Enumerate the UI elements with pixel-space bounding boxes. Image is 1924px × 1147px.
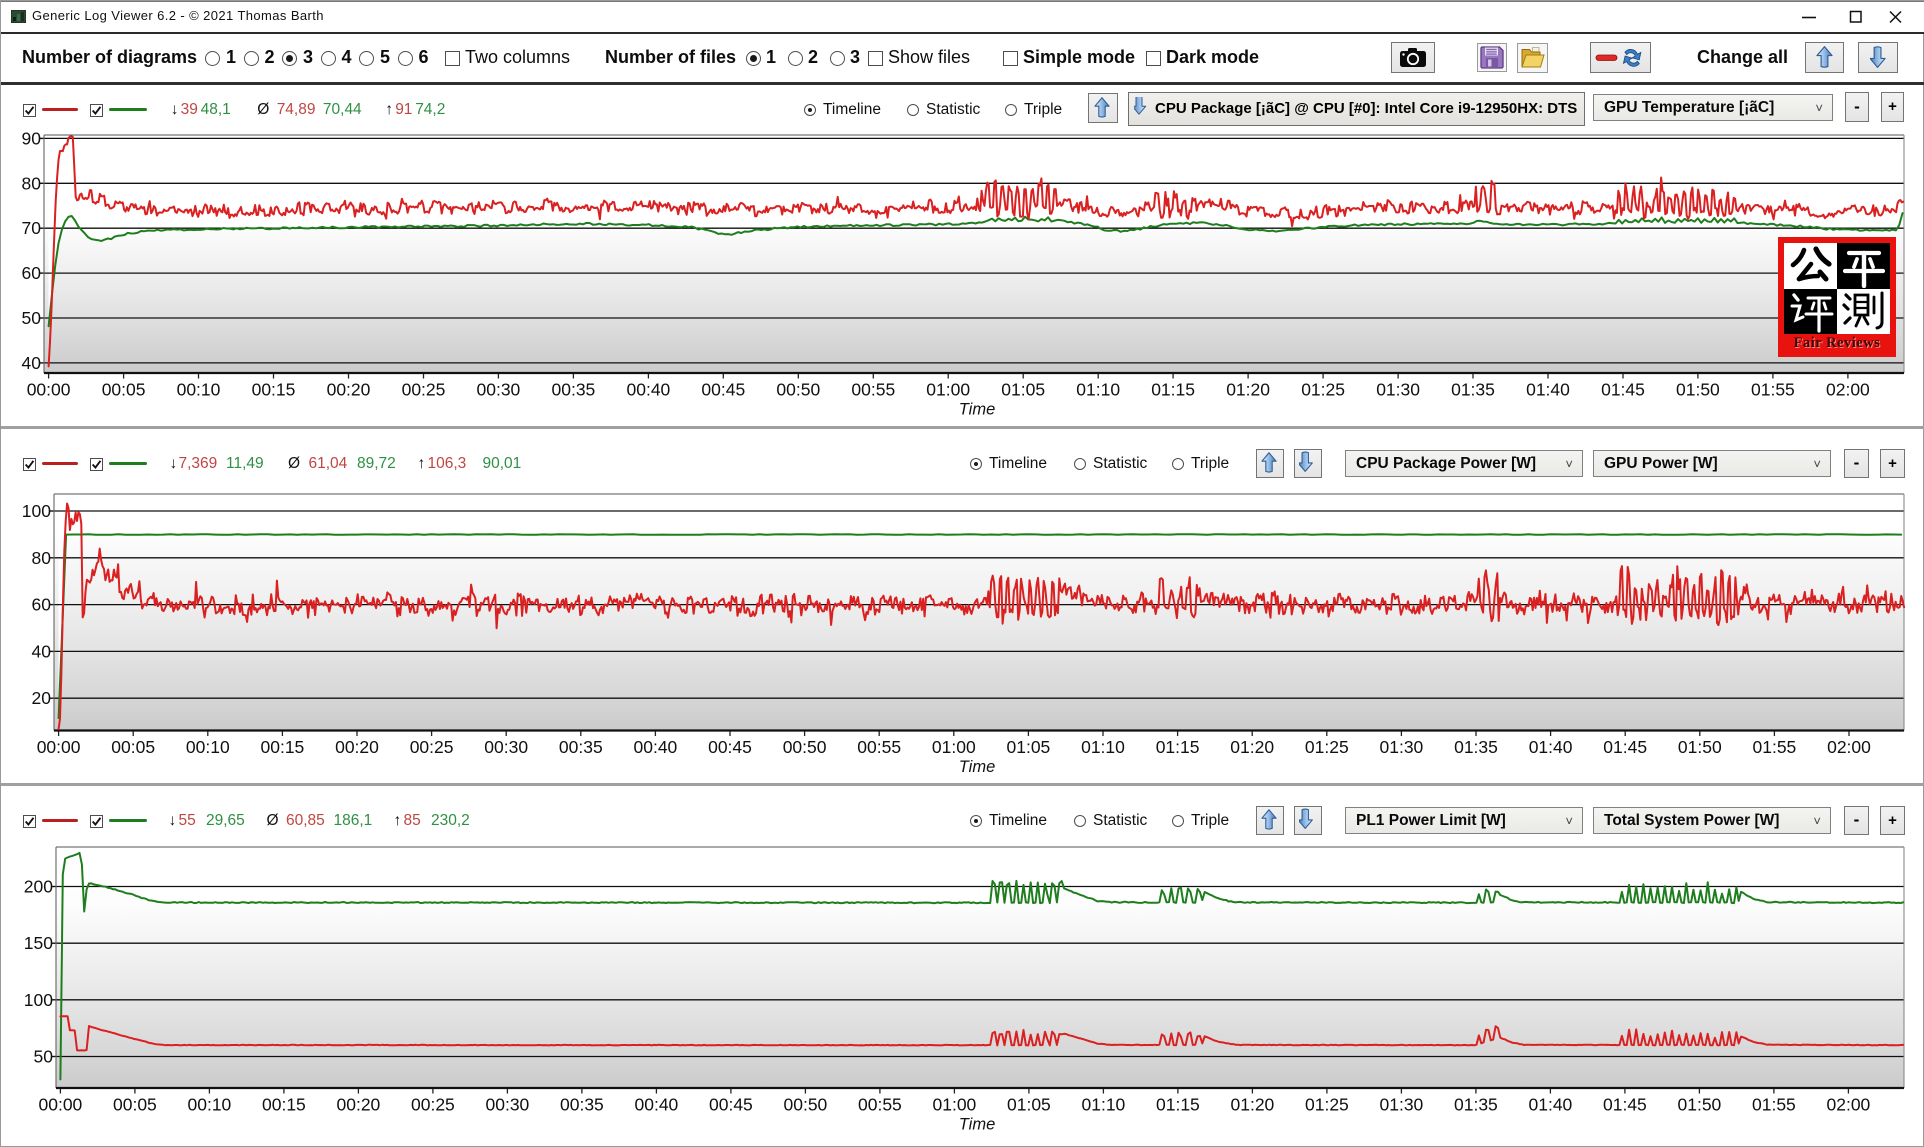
svg-text:01:35: 01:35 — [1454, 737, 1498, 757]
svg-text:50: 50 — [34, 1047, 54, 1067]
svg-text:90: 90 — [22, 128, 42, 148]
svg-text:00:20: 00:20 — [335, 737, 379, 757]
svg-text:100: 100 — [22, 501, 51, 521]
svg-text:00:15: 00:15 — [262, 1095, 306, 1115]
svg-text:150: 150 — [24, 933, 53, 953]
svg-text:01:50: 01:50 — [1678, 1095, 1722, 1115]
svg-text:01:35: 01:35 — [1451, 380, 1495, 400]
svg-text:50: 50 — [22, 308, 42, 328]
svg-text:01:20: 01:20 — [1230, 737, 1274, 757]
svg-text:01:40: 01:40 — [1529, 1095, 1573, 1115]
svg-text:00:35: 00:35 — [560, 1095, 604, 1115]
svg-text:00:00: 00:00 — [27, 380, 71, 400]
svg-text:01:20: 01:20 — [1226, 380, 1270, 400]
svg-text:00:30: 00:30 — [477, 380, 521, 400]
svg-text:01:05: 01:05 — [1001, 380, 1045, 400]
svg-text:00:55: 00:55 — [857, 737, 901, 757]
svg-text:00:10: 00:10 — [177, 380, 221, 400]
svg-text:00:25: 00:25 — [402, 380, 446, 400]
svg-text:60: 60 — [22, 263, 42, 283]
svg-text:01:20: 01:20 — [1231, 1095, 1275, 1115]
svg-text:00:45: 00:45 — [709, 1095, 753, 1115]
svg-text:00:25: 00:25 — [411, 1095, 455, 1115]
svg-text:00:45: 00:45 — [708, 737, 752, 757]
svg-text:02:00: 02:00 — [1827, 737, 1871, 757]
svg-text:00:30: 00:30 — [486, 1095, 530, 1115]
svg-text:01:50: 01:50 — [1676, 380, 1720, 400]
svg-text:00:00: 00:00 — [37, 737, 81, 757]
svg-text:01:45: 01:45 — [1603, 737, 1647, 757]
svg-text:01:55: 01:55 — [1753, 737, 1797, 757]
svg-text:01:30: 01:30 — [1380, 1095, 1424, 1115]
svg-text:70: 70 — [22, 218, 42, 238]
svg-text:02:00: 02:00 — [1826, 380, 1870, 400]
svg-text:02:00: 02:00 — [1827, 1095, 1871, 1115]
svg-text:01:10: 01:10 — [1081, 737, 1125, 757]
svg-text:01:40: 01:40 — [1529, 737, 1573, 757]
svg-text:00:55: 00:55 — [858, 1095, 902, 1115]
svg-text:00:15: 00:15 — [252, 380, 296, 400]
svg-text:00:05: 00:05 — [113, 1095, 157, 1115]
svg-text:00:55: 00:55 — [851, 380, 895, 400]
svg-text:01:05: 01:05 — [1007, 737, 1051, 757]
svg-text:80: 80 — [22, 173, 42, 193]
svg-text:60: 60 — [32, 595, 52, 615]
svg-text:01:50: 01:50 — [1678, 737, 1722, 757]
svg-text:40: 40 — [32, 641, 52, 661]
svg-text:00:40: 00:40 — [627, 380, 671, 400]
svg-text:01:45: 01:45 — [1603, 1095, 1647, 1115]
svg-text:01:15: 01:15 — [1151, 380, 1195, 400]
svg-text:01:00: 01:00 — [932, 737, 976, 757]
svg-text:00:00: 00:00 — [39, 1095, 83, 1115]
svg-text:Time: Time — [959, 1116, 996, 1134]
svg-text:00:35: 00:35 — [559, 737, 603, 757]
svg-text:01:35: 01:35 — [1454, 1095, 1498, 1115]
svg-text:00:10: 00:10 — [188, 1095, 232, 1115]
svg-text:00:50: 00:50 — [776, 380, 820, 400]
svg-text:01:15: 01:15 — [1156, 1095, 1200, 1115]
svg-text:00:20: 00:20 — [337, 1095, 381, 1115]
svg-text:00:45: 00:45 — [701, 380, 745, 400]
svg-text:200: 200 — [24, 877, 53, 897]
svg-text:01:05: 01:05 — [1007, 1095, 1051, 1115]
svg-text:00:40: 00:40 — [635, 1095, 679, 1115]
svg-text:01:55: 01:55 — [1751, 380, 1795, 400]
svg-text:100: 100 — [24, 990, 53, 1010]
svg-text:00:15: 00:15 — [261, 737, 305, 757]
svg-text:Time: Time — [959, 758, 996, 776]
svg-text:01:00: 01:00 — [933, 1095, 977, 1115]
svg-text:40: 40 — [22, 353, 42, 373]
svg-text:01:45: 01:45 — [1601, 380, 1645, 400]
svg-text:01:00: 01:00 — [926, 380, 970, 400]
svg-text:01:30: 01:30 — [1376, 380, 1420, 400]
svg-text:00:50: 00:50 — [784, 1095, 828, 1115]
svg-text:00:10: 00:10 — [186, 737, 230, 757]
svg-text:01:10: 01:10 — [1082, 1095, 1126, 1115]
svg-text:20: 20 — [32, 688, 52, 708]
svg-text:01:30: 01:30 — [1380, 737, 1424, 757]
svg-text:80: 80 — [32, 548, 52, 568]
svg-text:01:55: 01:55 — [1752, 1095, 1796, 1115]
svg-text:00:05: 00:05 — [111, 737, 155, 757]
svg-text:01:25: 01:25 — [1301, 380, 1345, 400]
svg-text:00:30: 00:30 — [484, 737, 528, 757]
svg-text:01:25: 01:25 — [1305, 737, 1349, 757]
svg-text:01:25: 01:25 — [1305, 1095, 1349, 1115]
svg-text:00:50: 00:50 — [783, 737, 827, 757]
svg-text:Time: Time — [959, 401, 996, 419]
svg-text:01:40: 01:40 — [1526, 380, 1570, 400]
svg-text:00:05: 00:05 — [102, 380, 146, 400]
svg-text:00:40: 00:40 — [634, 737, 678, 757]
svg-text:00:20: 00:20 — [327, 380, 371, 400]
svg-text:01:10: 01:10 — [1076, 380, 1120, 400]
svg-text:01:15: 01:15 — [1156, 737, 1200, 757]
svg-text:00:25: 00:25 — [410, 737, 454, 757]
svg-text:00:35: 00:35 — [552, 380, 596, 400]
